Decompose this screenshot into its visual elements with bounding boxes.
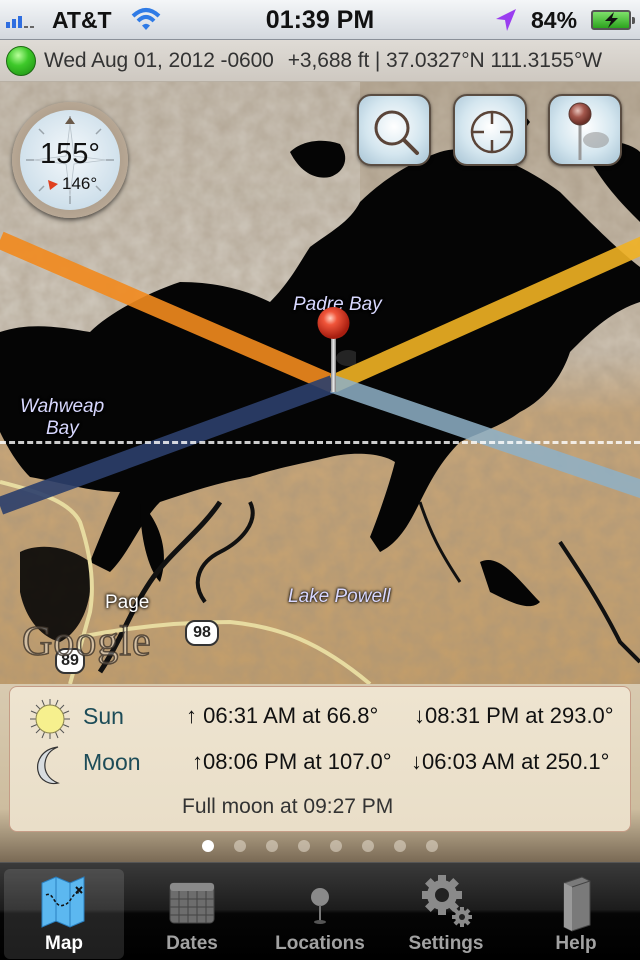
location-pin-icon <box>311 888 329 924</box>
sun-label: Sun <box>83 703 124 729</box>
map-label-lake-powell: Lake Powell <box>288 586 391 607</box>
ephemeris-panel[interactable]: Sun ↑ 06:31 AM at 66.8° ↓08:31 PM at 293… <box>9 686 631 832</box>
compass-widget[interactable]: 155° 146° <box>12 102 128 218</box>
tab-locations-label: Locations <box>275 933 365 954</box>
battery-charging-icon <box>591 10 635 30</box>
ephemeris-area: Sun ↑ 06:31 AM at 66.8° ↓08:31 PM at 293… <box>0 684 640 862</box>
location-info-bar[interactable]: Wed Aug 01, 2012 -0600 +3,688 ft | 37.032… <box>0 40 640 82</box>
search-button[interactable] <box>357 94 431 166</box>
location-pin[interactable] <box>316 306 356 396</box>
tab-help-label: Help <box>555 933 597 954</box>
page-dot[interactable] <box>394 840 406 852</box>
book-icon <box>563 876 591 932</box>
tab-locations[interactable]: Locations <box>260 869 380 959</box>
moon-row: Moon ↑08:06 PM at 107.0° ↓06:03 AM at 25… <box>10 743 630 785</box>
page-dot[interactable] <box>330 840 342 852</box>
map-label-wahweap: Wahweap <box>20 396 105 417</box>
page-dot[interactable] <box>298 840 310 852</box>
compass-sun-azimuth: 146° <box>62 174 98 193</box>
gps-status-indicator <box>6 46 36 76</box>
compass-face: 155° 146° <box>20 110 120 210</box>
tab-bar: Map Dates Locations Settings Help <box>0 862 640 960</box>
page-dot[interactable] <box>202 840 214 852</box>
page-dot[interactable] <box>266 840 278 852</box>
route-98-shield: 98 <box>185 620 219 646</box>
locate-me-button[interactable] <box>453 94 527 166</box>
moonrise-time: ↑08:06 PM at 107.0° <box>192 749 392 774</box>
tab-map[interactable]: Map <box>4 869 124 959</box>
moonset-time: ↓06:03 AM at 250.1° <box>411 749 610 774</box>
status-bar: AT&T 01:39 PM 84% <box>0 0 640 40</box>
drop-pin-button[interactable] <box>548 94 622 166</box>
tab-dates[interactable]: Dates <box>132 869 252 959</box>
moon-icon <box>37 746 60 785</box>
map-label-bay: Bay <box>46 418 79 439</box>
sunset-time: ↓08:31 PM at 293.0° <box>414 703 614 728</box>
satellite-map[interactable]: Padre Bay Wahweap Bay Lake Powell Page 9… <box>0 82 640 684</box>
date-timezone: Wed Aug 01, 2012 -0600 <box>44 49 274 72</box>
tab-settings[interactable]: Settings <box>386 869 506 959</box>
elevation-coordinates: +3,688 ft | 37.0327°N 111.3155°W <box>287 49 603 72</box>
map-icon <box>41 876 85 928</box>
tab-map-label: Map <box>45 933 83 954</box>
pin-icon <box>568 102 609 160</box>
moon-label: Moon <box>83 749 141 775</box>
crosshair-icon <box>470 110 514 154</box>
map-label-page: Page <box>105 592 150 613</box>
tab-dates-label: Dates <box>166 933 218 954</box>
gear-icon <box>422 875 472 927</box>
page-dot[interactable] <box>234 840 246 852</box>
page-dot[interactable] <box>362 840 374 852</box>
compass-heading: 155° <box>40 138 100 170</box>
sunrise-time: ↑ 06:31 AM at 66.8° <box>186 703 379 728</box>
magnifier-icon <box>374 110 419 155</box>
calendar-icon <box>169 882 215 924</box>
location-services-icon <box>496 9 516 31</box>
page-indicator[interactable] <box>0 840 640 852</box>
tab-settings-label: Settings <box>408 933 484 954</box>
location-info-text: Wed Aug 01, 2012 -0600 +3,688 ft | 37.032… <box>44 49 616 73</box>
sun-row: Sun ↑ 06:31 AM at 66.8° ↓08:31 PM at 293… <box>10 697 630 739</box>
google-attribution: Google <box>21 618 152 666</box>
battery-percent: 84% <box>531 7 578 33</box>
page-dot[interactable] <box>426 840 438 852</box>
sun-icon <box>30 699 70 739</box>
horizon-reference-line <box>0 441 640 444</box>
moon-phase-note: Full moon at 09:27 PM <box>182 795 394 818</box>
tab-help[interactable]: Help <box>516 869 636 959</box>
